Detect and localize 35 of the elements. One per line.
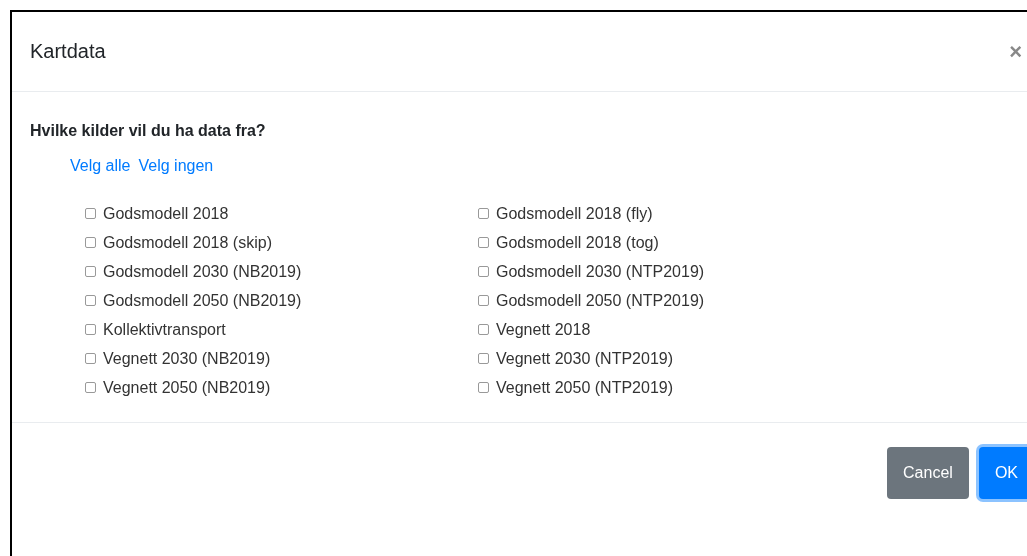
checkbox-label: Vegnett 2050 (NB2019)	[103, 378, 271, 397]
cancel-button[interactable]: Cancel	[887, 447, 969, 499]
checkbox[interactable]	[478, 208, 489, 219]
checkbox-label: Vegnett 2050 (NTP2019)	[496, 378, 673, 397]
checkbox[interactable]	[85, 324, 96, 335]
checkbox[interactable]	[478, 324, 489, 335]
checkbox-label: Godsmodell 2030 (NTP2019)	[496, 262, 705, 281]
select-link[interactable]: Velg ingen	[138, 157, 214, 175]
checkbox[interactable]	[85, 266, 96, 277]
checkbox[interactable]	[85, 382, 96, 393]
checkbox-label: Godsmodell 2050 (NTP2019)	[496, 291, 705, 310]
checkbox[interactable]	[478, 237, 489, 248]
dialog-title: Kartdata	[30, 40, 106, 63]
checkbox[interactable]	[85, 295, 96, 306]
checkbox-label: Vegnett 2030 (NB2019)	[103, 349, 271, 368]
checkbox[interactable]	[478, 266, 489, 277]
checkbox-label: Godsmodell 2018 (tog)	[496, 233, 659, 252]
checkbox[interactable]	[85, 237, 96, 248]
checkbox-label: Godsmodell 2018 (skip)	[103, 233, 272, 252]
checkbox-label: Vegnett 2030 (NTP2019)	[496, 349, 673, 368]
checkbox-label: Godsmodell 2018 (fly)	[496, 204, 653, 223]
checkbox-label: Vegnett 2018	[496, 320, 591, 339]
checkbox-label: Godsmodell 2050 (NB2019)	[103, 291, 302, 310]
checkbox[interactable]	[478, 353, 489, 364]
close-button[interactable]: ×	[1005, 38, 1026, 65]
checkbox-label: Godsmodell 2018	[103, 204, 229, 223]
checkbox[interactable]	[478, 382, 489, 393]
question-text: Hvilke kilder vil du ha data fra?	[30, 122, 267, 140]
ok-button[interactable]: OK	[978, 447, 1027, 499]
checkbox[interactable]	[478, 295, 489, 306]
select-link[interactable]: Velg alle	[70, 157, 131, 175]
checkbox-label: Godsmodell 2030 (NB2019)	[103, 262, 302, 281]
checkbox[interactable]	[85, 208, 96, 219]
checkbox-label: Kollektivtransport	[103, 320, 226, 339]
checkbox[interactable]	[85, 353, 96, 364]
